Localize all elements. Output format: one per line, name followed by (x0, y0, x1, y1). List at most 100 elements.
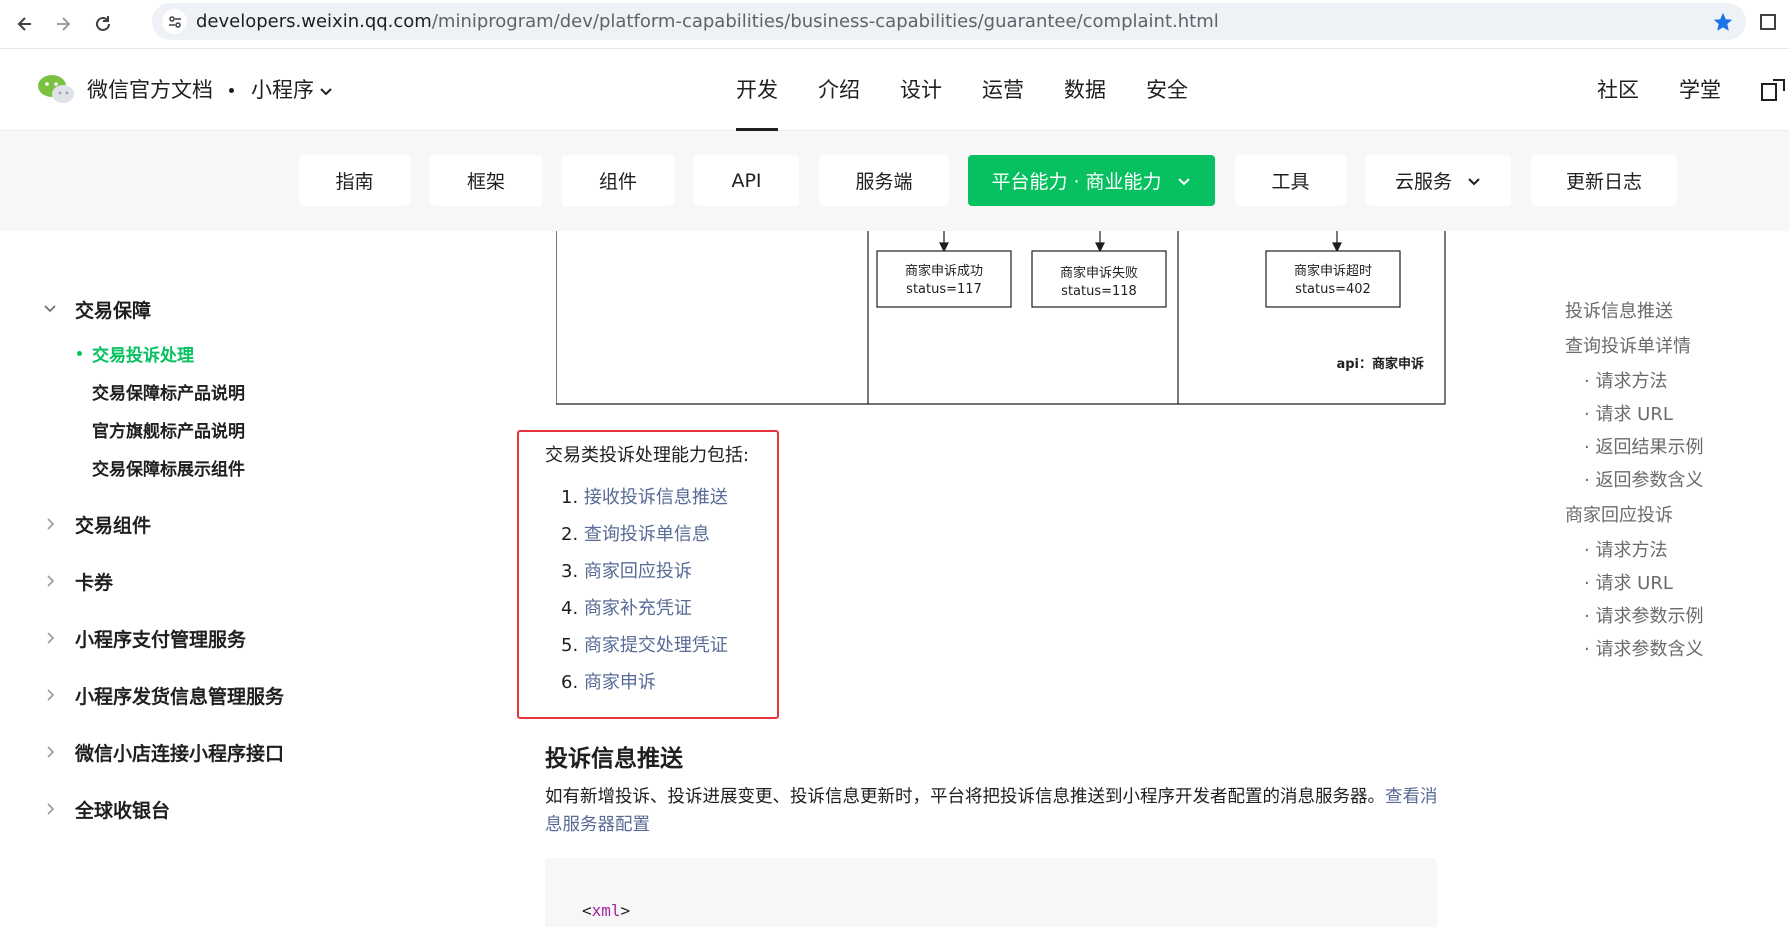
toc-item[interactable]: 商家回应投诉 (1565, 501, 1673, 527)
sidebar-group-trade-guarantee[interactable]: 交易保障 (0, 294, 424, 324)
chevron-down-icon (44, 305, 56, 313)
tab-intro[interactable]: 介绍 (818, 49, 860, 131)
diagram-box-line2: status=118 (1061, 284, 1137, 299)
wechat-logo-icon (38, 75, 74, 103)
toc-subitem[interactable]: · 返回结果示例 (1584, 433, 1703, 459)
subnav-changelog[interactable]: 更新日志 (1531, 155, 1677, 206)
tab-data[interactable]: 数据 (1064, 49, 1106, 131)
extensions-icon[interactable] (1757, 9, 1781, 33)
toc-subitem[interactable]: · 请求 URL (1584, 569, 1673, 595)
list-number: 3. (561, 561, 579, 582)
subnav-label: 更新日志 (1565, 171, 1642, 193)
capability-link[interactable]: 商家提交处理凭证 (584, 635, 728, 656)
subnav-label: 工具 (1271, 171, 1310, 193)
subnav-label: API (731, 169, 762, 192)
forward-button[interactable] (45, 6, 81, 42)
diagram-box-line1: 商家申诉失败 (1060, 265, 1138, 281)
active-indicator (77, 351, 82, 356)
chevron-down-icon (1177, 177, 1190, 185)
subnav-api[interactable]: API (694, 155, 799, 206)
code-block: <xml> (545, 858, 1437, 927)
chevron-right-icon (47, 746, 55, 758)
diagram-box-appeal-timeout: 商家申诉超时 status=402 (1265, 250, 1401, 308)
subnav-label: 服务端 (855, 171, 913, 193)
toc-item[interactable]: 查询投诉单详情 (1565, 332, 1691, 358)
doc-content: 商家申诉成功 status=117 商家申诉失败 status=118 商家申诉… (424, 231, 1454, 927)
tab-operation[interactable]: 运营 (982, 49, 1024, 131)
toc-item[interactable]: 投诉信息推送 (1565, 297, 1673, 323)
toc-subitem[interactable]: · 请求 URL (1584, 400, 1673, 426)
list-number: 5. (561, 635, 579, 656)
back-button[interactable] (7, 6, 43, 42)
subnav-guide[interactable]: 指南 (299, 155, 410, 206)
subnav-server[interactable]: 服务端 (819, 155, 949, 206)
list-number: 6. (561, 672, 579, 693)
tab-develop[interactable]: 开发 (736, 49, 778, 131)
table-of-contents: 投诉信息推送 查询投诉单详情 · 请求方法 · 请求 URL · 返回结果示例 … (1454, 231, 1789, 927)
chevron-right-icon (47, 518, 55, 530)
list-number: 1. (561, 487, 579, 508)
capability-link[interactable]: 接收投诉信息推送 (584, 487, 728, 508)
sidebar-group-shipping-info[interactable]: 小程序发货信息管理服务 (0, 680, 424, 710)
description-text: 如有新增投诉、投诉进展变更、投诉信息更新时，平台将把投诉信息推送到小程序开发者配… (545, 787, 1385, 807)
sidebar-item-complaint-handling[interactable]: 交易投诉处理 (92, 341, 194, 366)
url-host: developers.weixin.qq.com (196, 11, 432, 32)
subnav-platform-capabilities[interactable]: 平台能力 · 商业能力 (968, 155, 1215, 206)
subnav-components[interactable]: 组件 (562, 155, 674, 206)
sidebar-item-badge-component[interactable]: 交易保障标展示组件 (92, 455, 245, 480)
bookmark-star-icon[interactable] (1712, 11, 1734, 33)
sidebar-group-global-checkout[interactable]: 全球收银台 (0, 794, 424, 824)
section-description: 如有新增投诉、投诉进展变更、投诉信息更新时，平台将把投诉信息推送到小程序开发者配… (545, 783, 1445, 839)
toc-subitem[interactable]: · 请求方法 (1584, 367, 1667, 393)
sidebar-group-label: 微信小店连接小程序接口 (75, 742, 285, 765)
language-switch-icon[interactable] (1759, 77, 1787, 105)
sidebar-group-coupons[interactable]: 卡券 (0, 566, 424, 596)
sidebar-item-flagship-badge[interactable]: 官方旗舰标产品说明 (92, 417, 245, 442)
sidebar-group-label: 交易保障 (75, 299, 152, 322)
capability-link[interactable]: 商家补充凭证 (584, 598, 692, 619)
diagram-box-line2: status=117 (906, 282, 982, 297)
main-tabs: 开发 介绍 设计 运营 数据 安全 (736, 49, 1228, 131)
chevron-right-icon (47, 689, 55, 701)
site-settings-icon[interactable] (162, 9, 187, 34)
list-number: 2. (561, 524, 579, 545)
reload-button[interactable] (85, 6, 121, 42)
chevron-down-icon (1468, 177, 1480, 185)
sidebar-group-trade-components[interactable]: 交易组件 (0, 509, 424, 539)
community-link[interactable]: 社区 (1597, 49, 1639, 131)
toc-subitem[interactable]: · 返回参数含义 (1584, 466, 1703, 492)
academy-link[interactable]: 学堂 (1679, 49, 1721, 131)
sidebar-group-payment-management[interactable]: 小程序支付管理服务 (0, 623, 424, 653)
diagram-api-label: api：商家申诉 (1336, 356, 1424, 372)
toc-subitem[interactable]: · 请求参数示例 (1584, 602, 1703, 628)
capability-link[interactable]: 商家回应投诉 (584, 561, 692, 582)
product-switcher[interactable]: 小程序 (251, 49, 314, 131)
sidebar-group-label: 小程序发货信息管理服务 (75, 685, 285, 708)
subnav-tools[interactable]: 工具 (1235, 155, 1346, 206)
doc-category-nav: 指南 框架 组件 API 服务端 平台能力 · 商业能力 工具 云服务 更新日志 (0, 131, 1789, 231)
tab-design[interactable]: 设计 (900, 49, 942, 131)
chevron-right-icon (47, 803, 55, 815)
sidebar-group-wechat-shop[interactable]: 微信小店连接小程序接口 (0, 737, 424, 767)
subnav-framework[interactable]: 框架 (430, 155, 542, 206)
sidebar-item-guarantee-badge[interactable]: 交易保障标产品说明 (92, 379, 245, 404)
capability-link[interactable]: 查询投诉单信息 (584, 524, 710, 545)
chevron-down-icon[interactable] (318, 83, 334, 99)
address-bar[interactable]: developers.weixin.qq.com/miniprogram/dev… (152, 3, 1746, 40)
capabilities-intro: 交易类投诉处理能力包括: (545, 445, 750, 466)
toc-subitem[interactable]: · 请求方法 (1584, 536, 1667, 562)
brand-title[interactable]: 微信官方文档 (87, 49, 213, 131)
subnav-label: 组件 (598, 171, 637, 193)
list-item: 2. 查询投诉单信息 (561, 520, 710, 546)
url-path: /miniprogram/dev/platform-capabilities/b… (431, 11, 1219, 32)
toc-fade-overlay (1454, 656, 1789, 726)
code-line: <xml> (582, 901, 630, 920)
capability-link[interactable]: 商家申诉 (584, 672, 656, 693)
reload-icon (96, 16, 110, 31)
subnav-cloud[interactable]: 云服务 (1366, 155, 1511, 206)
brand-separator (229, 88, 234, 93)
diagram-box-line2: status=402 (1295, 282, 1371, 297)
subnav-label: 平台能力 · 商业能力 (991, 171, 1162, 193)
header-right-links: 社区 学堂 (1597, 49, 1761, 131)
tab-security[interactable]: 安全 (1146, 49, 1188, 131)
